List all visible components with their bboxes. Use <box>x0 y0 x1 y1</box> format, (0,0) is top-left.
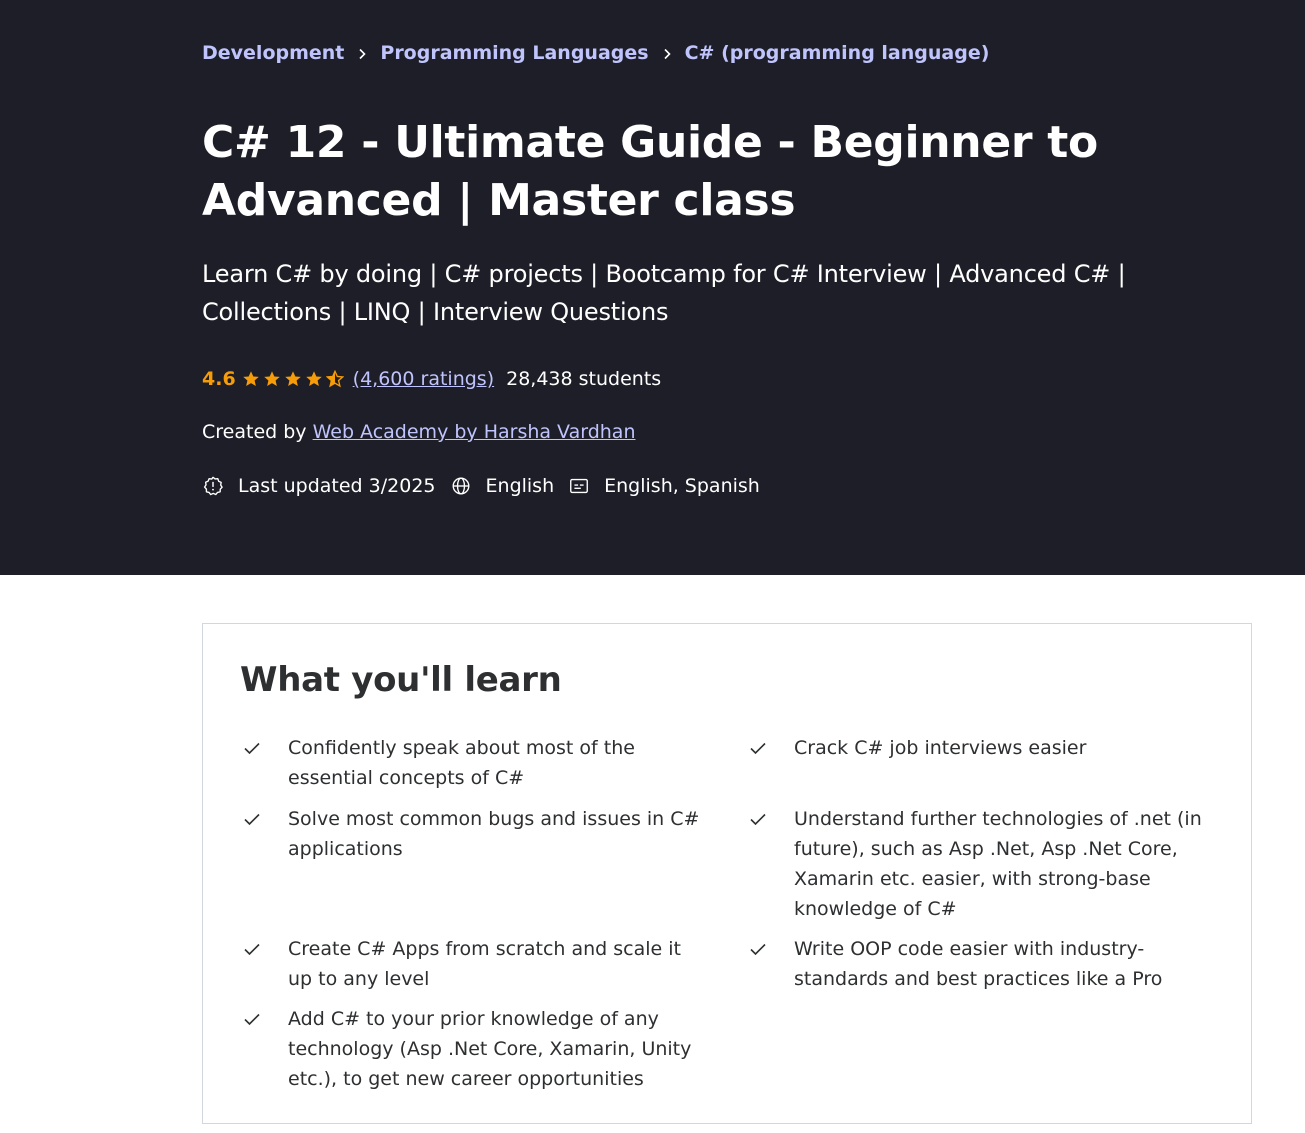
check-icon <box>750 813 766 826</box>
check-icon <box>244 742 260 755</box>
students-count: 28,438 students <box>506 368 662 390</box>
check-icon <box>244 1013 260 1026</box>
last-updated: Last updated 3/2025 <box>202 475 436 497</box>
learn-heading: What you'll learn <box>240 660 562 700</box>
breadcrumb: Development Programming Languages C# (pr… <box>202 42 989 64</box>
learn-item: Understand further technologies of .net … <box>749 804 1214 924</box>
breadcrumb-programming-languages[interactable]: Programming Languages <box>380 42 648 64</box>
language-text: English <box>485 475 555 497</box>
chevron-right-icon <box>649 42 685 64</box>
alert-badge-icon <box>203 476 223 496</box>
learn-item-text: Write OOP code easier with industry-stan… <box>794 938 1163 990</box>
learn-item-text: Create C# Apps from scratch and scale it… <box>288 938 681 990</box>
course-header: Development Programming Languages C# (pr… <box>0 0 1305 575</box>
course-title: C# 12 - Ultimate Guide - Beginner to Adv… <box>202 117 1098 226</box>
globe-icon <box>452 477 469 495</box>
closed-captions-icon <box>570 478 589 494</box>
learn-item: Confidently speak about most of the esse… <box>243 733 708 793</box>
course-subtitle: Learn C# by doing | C# projects | Bootca… <box>202 260 1126 326</box>
learn-item: Create C# Apps from scratch and scale it… <box>243 934 708 994</box>
last-updated-text: Last updated 3/2025 <box>238 475 436 497</box>
learn-item-text: Crack C# job interviews easier <box>794 737 1087 759</box>
star-icon <box>242 371 259 387</box>
star-icon <box>305 371 322 387</box>
course-captions: English, Spanish <box>568 475 760 497</box>
star-half-icon <box>325 370 344 388</box>
learn-item-text: Confidently speak about most of the esse… <box>288 737 635 789</box>
breadcrumb-csharp[interactable]: C# (programming language) <box>685 42 990 64</box>
course-meta: Last updated 3/2025 English English, Spa… <box>202 475 774 497</box>
learn-item: Add C# to your prior knowledge of any te… <box>243 1004 708 1094</box>
check-icon <box>244 943 260 956</box>
course-language: English <box>450 475 555 497</box>
ratings-count-link[interactable]: (4,600 ratings) <box>353 368 494 390</box>
check-icon <box>244 813 260 826</box>
star-icon <box>284 371 301 387</box>
learn-item: Solve most common bugs and issues in C# … <box>243 804 708 864</box>
instructor-link[interactable]: Web Academy by Harsha Vardhan <box>313 421 636 443</box>
learn-item-text: Add C# to your prior knowledge of any te… <box>288 1008 692 1090</box>
rating-value: 4.6 <box>202 368 236 390</box>
created-by: Created by Web Academy by Harsha Vardhan <box>202 421 636 443</box>
rating-row: 4.6 (4,600 ratings) 28,438 students <box>202 368 661 390</box>
chevron-right-icon <box>344 42 380 64</box>
rating-stars <box>242 370 347 388</box>
check-icon <box>750 943 766 956</box>
learn-item: Write OOP code easier with industry-stan… <box>749 934 1214 994</box>
created-by-label: Created by <box>202 421 307 443</box>
learn-item: Crack C# job interviews easier <box>749 733 1214 763</box>
captions-text: English, Spanish <box>604 475 760 497</box>
breadcrumb-development[interactable]: Development <box>202 42 344 64</box>
star-icon <box>263 371 280 387</box>
learn-item-text: Understand further technologies of .net … <box>794 808 1202 920</box>
learn-item-text: Solve most common bugs and issues in C# … <box>288 808 700 860</box>
what-youll-learn: What you'll learn Confidently speak abou… <box>202 623 1252 1124</box>
check-icon <box>750 742 766 755</box>
